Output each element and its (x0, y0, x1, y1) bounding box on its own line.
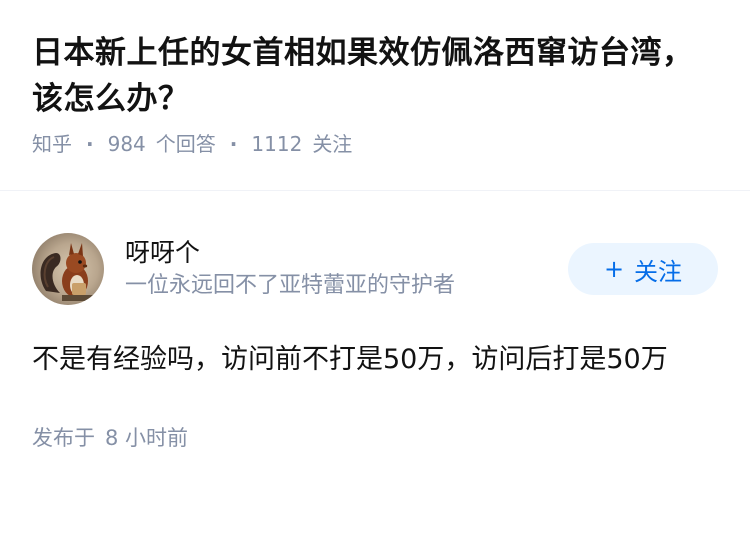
follower-label[interactable]: 关注 (312, 130, 352, 158)
plus-icon: + (603, 255, 625, 283)
time-prefix: 发布于 (32, 426, 95, 450)
squirrel-avatar-icon (32, 233, 104, 305)
answer-content: 不是有经验吗，访问前不打是50万，访问后打是50万 (32, 344, 668, 375)
time-value: 8 小时前 (105, 426, 189, 450)
answer-count-label[interactable]: 个回答 (156, 130, 216, 158)
avatar[interactable] (32, 233, 104, 305)
follower-count[interactable]: 1112 (251, 130, 302, 158)
follow-button[interactable]: + 关注 (568, 243, 718, 295)
answer-timestamp: 发布于 8 小时前 (32, 422, 718, 452)
author-info: 呀呀个 一位永远回不了亚特蕾亚的守护者 (125, 237, 568, 301)
answer-count[interactable]: 984 (108, 130, 146, 158)
question-header: 日本新上任的女首相如果效仿佩洛西窜访台湾，该怎么办？ 知乎 · 984 个回答 … (0, 0, 750, 170)
answer-card: 呀呀个 一位永远回不了亚特蕾亚的守护者 + 关注 不是有经验吗，访问前不打是50… (0, 201, 750, 452)
author-row: 呀呀个 一位永远回不了亚特蕾亚的守护者 + 关注 (32, 229, 718, 309)
source-label[interactable]: 知乎 (32, 130, 72, 158)
author-name[interactable]: 呀呀个 (125, 237, 568, 269)
question-meta: 知乎 · 984 个回答 · 1112 关注 (32, 130, 718, 158)
author-bio: 一位永远回不了亚特蕾亚的守护者 (125, 273, 456, 298)
section-divider (0, 190, 750, 201)
separator-dot: · (86, 132, 94, 156)
separator-dot: · (229, 132, 238, 156)
question-title[interactable]: 日本新上任的女首相如果效仿佩洛西窜访台湾，该怎么办？ (32, 30, 718, 122)
follow-button-label: 关注 (634, 257, 683, 286)
